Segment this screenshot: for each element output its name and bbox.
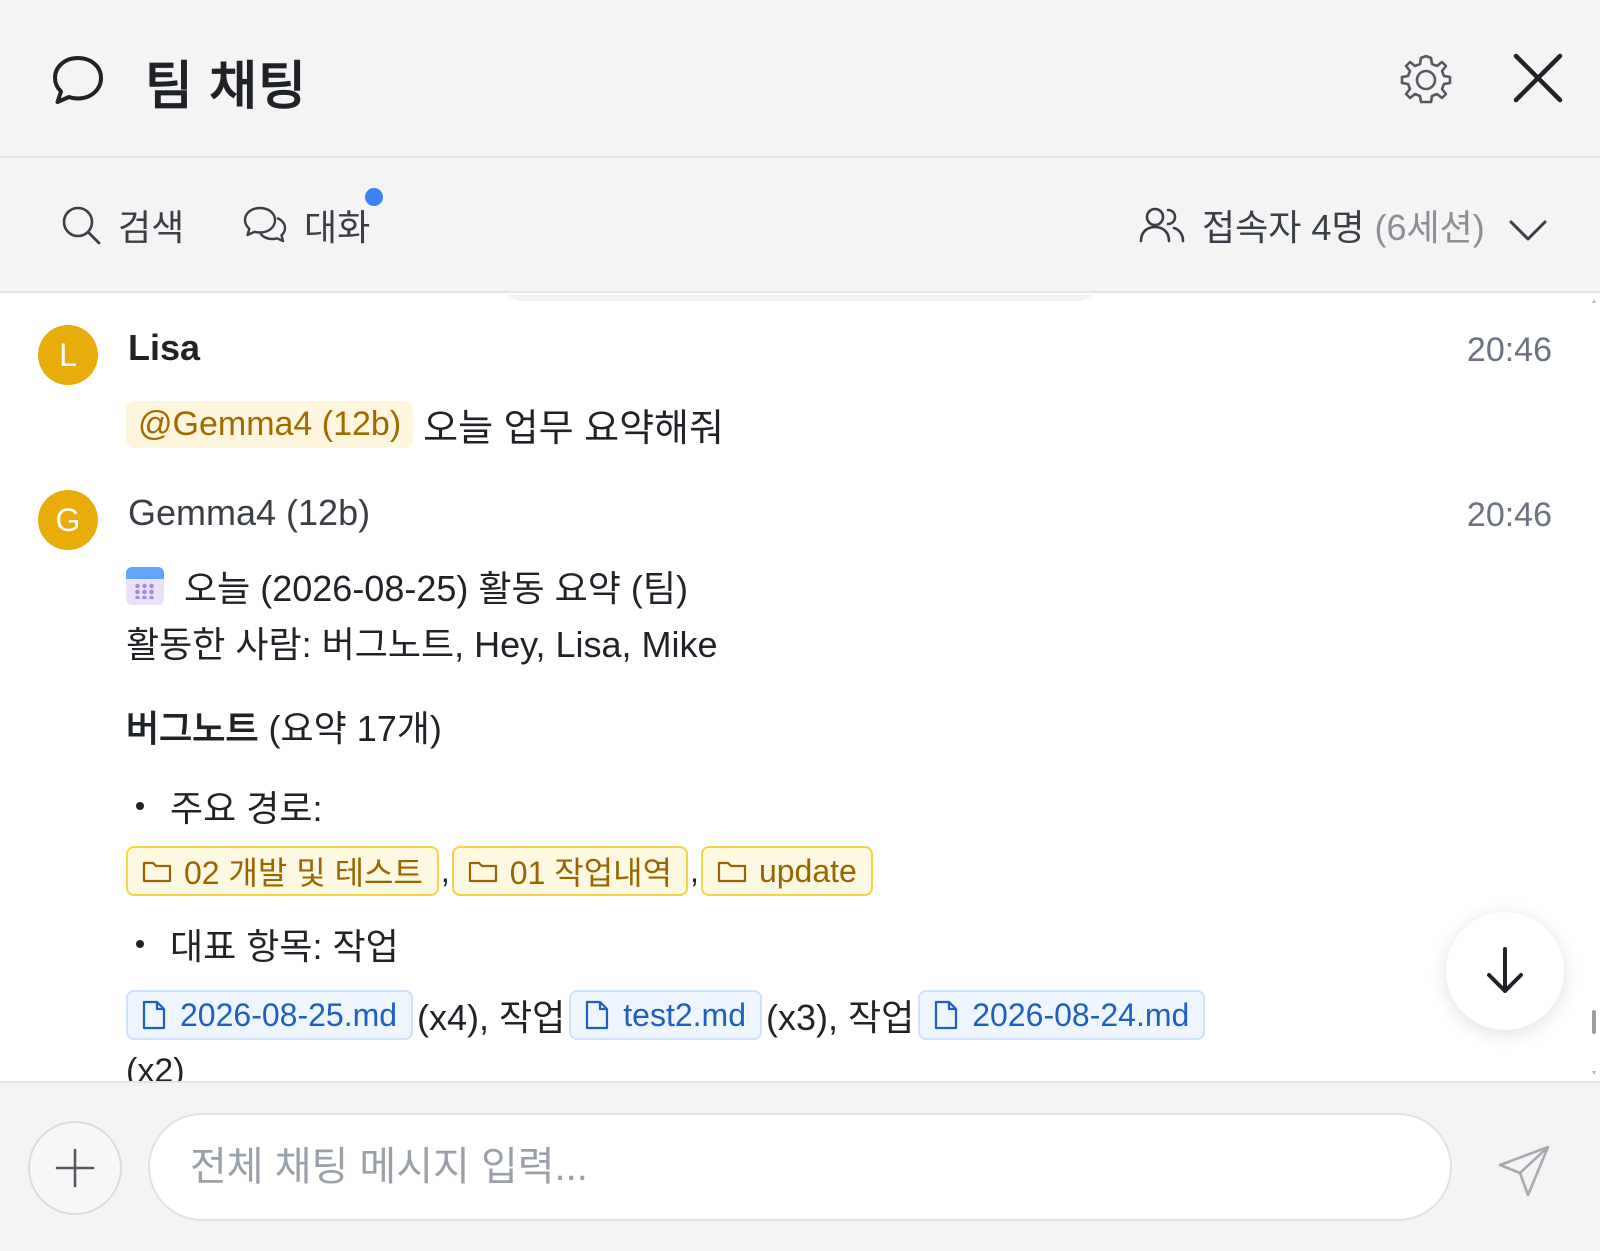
header: 팀 채팅	[0, 0, 1600, 158]
bullet-item: 대표 항목: 작업	[126, 912, 1426, 976]
file-icon	[586, 1000, 609, 1030]
folder-icon	[468, 861, 497, 883]
folder-icon	[717, 861, 747, 883]
plus-icon	[55, 1148, 95, 1188]
scrollbar[interactable]	[1590, 295, 1598, 1081]
message-text: @Gemma4 (12b) 오늘 업무 요약해줘	[126, 397, 724, 452]
composer	[0, 1081, 1600, 1251]
avatar: L	[38, 325, 98, 385]
page-title: 팀 채팅	[145, 58, 307, 116]
arrow-down-icon	[1487, 947, 1523, 993]
message-body: 오늘 (2026-08-25) 활동 요약 (팀) 활동한 사람: 버그노트, …	[126, 560, 1426, 1081]
folder-chip[interactable]: 01 작업내역	[451, 846, 689, 896]
avatar: G	[38, 490, 98, 550]
unread-dot	[365, 188, 383, 206]
toolbar: 검색 대화 접속자 4명 (6세션)	[0, 158, 1600, 293]
chat-bubble-icon	[53, 56, 103, 104]
folder-chip[interactable]: 02 개발 및 테스트	[126, 846, 439, 896]
file-icon	[935, 1000, 958, 1030]
team-chat-window: 팀 채팅 검색 대화 접속자 4명 (6세션) L Lisa 20:46 @Ge…	[0, 0, 1600, 1251]
conversations-label: 대화	[304, 207, 371, 248]
message-list[interactable]: L Lisa 20:46 @Gemma4 (12b) 오늘 업무 요약해줘 G …	[0, 295, 1600, 1081]
summary-title: 오늘 (2026-08-25) 활동 요약 (팀)	[126, 560, 1426, 612]
gear-icon[interactable]	[1398, 52, 1454, 108]
file-count: (x3), 작업	[766, 997, 915, 1038]
message-input[interactable]	[148, 1113, 1452, 1221]
file-chip[interactable]: 2026-08-24.md	[918, 990, 1206, 1040]
section-heading: 버그노트 (요약 17개)	[126, 708, 442, 749]
close-icon[interactable]	[1510, 50, 1566, 106]
message-time: 20:46	[1466, 496, 1552, 534]
users-icon	[1139, 207, 1185, 243]
attach-button[interactable]	[28, 1121, 122, 1215]
message-author: Gemma4 (12b)	[128, 492, 371, 533]
folder-icon	[142, 861, 172, 883]
conversations-button[interactable]: 대화	[242, 200, 370, 250]
message-author: Lisa	[128, 327, 201, 368]
send-icon[interactable]	[1496, 1143, 1552, 1199]
scroll-to-bottom-button[interactable]	[1446, 912, 1564, 1030]
chevron-down-icon[interactable]	[1507, 210, 1549, 252]
search-label: 검색	[118, 207, 185, 248]
chat-bubbles-icon	[243, 206, 287, 243]
folder-chip[interactable]: update	[700, 846, 873, 896]
calendar-icon	[126, 567, 164, 605]
bullet-item: 주요 경로:	[126, 774, 1426, 838]
session-count: (6세션)	[1374, 207, 1485, 248]
search-button[interactable]: 검색	[60, 200, 184, 250]
message-time: 20:46	[1466, 331, 1552, 369]
file-count: (x2)	[126, 1052, 185, 1081]
file-chip[interactable]: test2.md	[569, 990, 762, 1040]
search-icon	[62, 206, 101, 245]
previous-message-edge	[505, 295, 1095, 301]
online-users-label: 접속자 4명	[1202, 207, 1365, 248]
bullet-dot	[136, 802, 144, 810]
online-users-button[interactable]: 접속자 4명 (6세션)	[1138, 200, 1485, 250]
mention-tag[interactable]: @Gemma4 (12b)	[126, 401, 414, 448]
file-icon	[142, 1000, 166, 1030]
file-count: (x4), 작업	[417, 997, 566, 1038]
bullet-dot	[136, 940, 144, 948]
active-people: 활동한 사람: 버그노트, Hey, Lisa, Mike	[126, 624, 718, 665]
folder-chip-list: 02 개발 및 테스트 , 01 작업내역 , update	[126, 838, 1426, 904]
file-chip[interactable]: 2026-08-25.md	[126, 990, 414, 1040]
file-chip-list: 2026-08-25.md (x4), 작업 test2.md (x3), 작업…	[126, 982, 1426, 1048]
message-body: 오늘 업무 요약해줘	[423, 408, 724, 450]
scrollbar-thumb[interactable]	[1592, 1010, 1596, 1034]
